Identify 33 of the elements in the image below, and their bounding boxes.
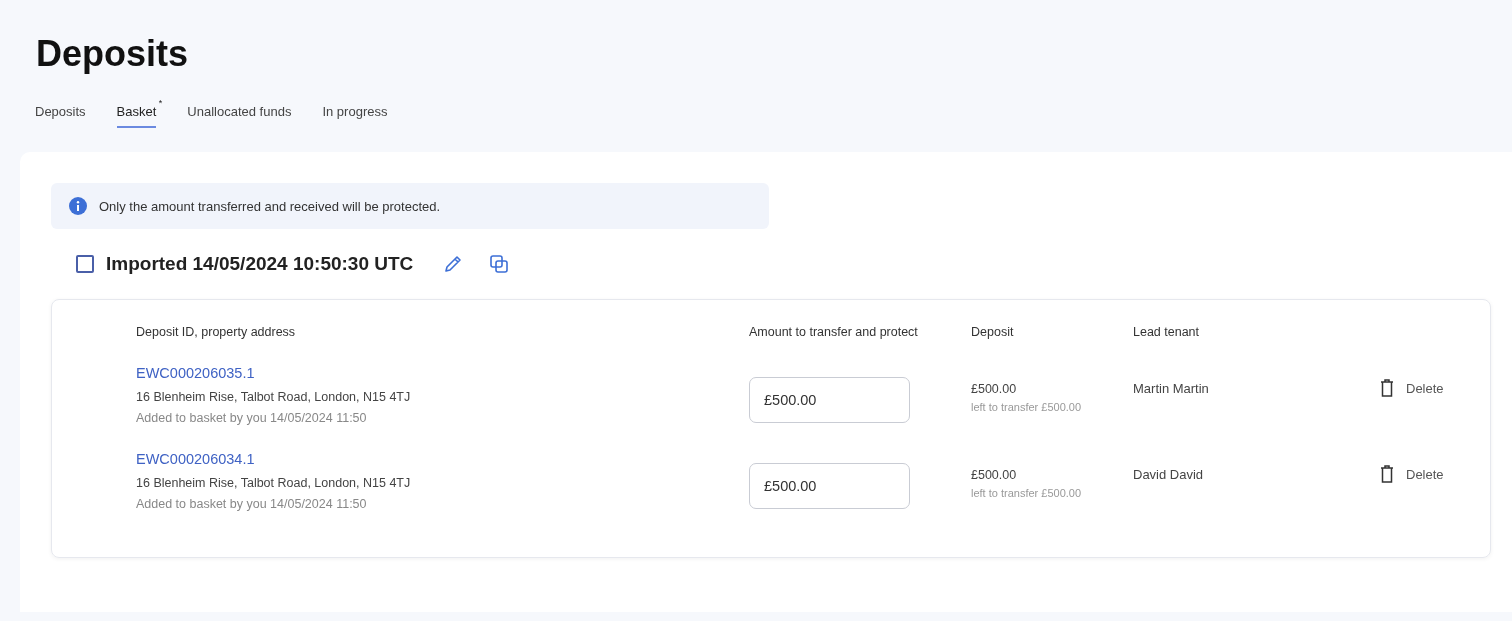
property-address: 16 Blenheim Rise, Talbot Road, London, N15 4TJ [136, 390, 412, 404]
column-header: Deposit ID, property address [136, 325, 297, 341]
trash-icon [1380, 379, 1394, 397]
deposit-id-link[interactable]: EWC000206035.1 [136, 365, 749, 381]
added-note: Added to basket by you 14/05/2024 11:50 [136, 497, 368, 511]
info-text: Only the amount transferred and received will be protected. [99, 198, 441, 214]
tab[interactable]: Unallocated funds [187, 100, 292, 128]
column-header: Amount to transfer and protect [749, 325, 919, 341]
property-address: 16 Blenheim Rise, Talbot Road, London, N15 4TJ [136, 476, 412, 490]
group-title: Imported 14/05/2024 10:50:30 UTC [106, 253, 414, 275]
column-header: Deposit [971, 325, 1015, 341]
lead-tenant: Martin Martin [1133, 381, 1210, 396]
left-to-transfer: left to transfer £500.00 [971, 401, 1083, 413]
deposit-amount: £500.00 [971, 468, 1018, 482]
delete-button[interactable]: Delete [1380, 379, 1444, 397]
deposit-id-link[interactable]: EWC000206034.1 [136, 451, 749, 467]
trash-icon [1380, 465, 1394, 483]
info-icon [69, 197, 87, 215]
lead-tenant: David David [1133, 467, 1205, 482]
delete-button[interactable]: Delete [1380, 465, 1444, 483]
deposit-amount: £500.00 [971, 382, 1018, 396]
tab[interactable]: Deposits [35, 100, 86, 128]
column-header: Lead tenant [1133, 325, 1201, 341]
left-to-transfer: left to transfer £500.00 [971, 487, 1083, 499]
page-title: Deposits [35, 32, 190, 76]
tab[interactable]: In progress [322, 100, 388, 128]
copy-icon[interactable] [489, 254, 510, 274]
tab-asterisk: * [158, 98, 163, 108]
checkbox[interactable] [76, 255, 94, 273]
added-note: Added to basket by you 14/05/2024 11:50 [136, 411, 368, 425]
amount-field[interactable]: £500.00 [749, 377, 910, 423]
amount-field[interactable]: £500.00 [749, 463, 910, 509]
pencil-icon[interactable] [443, 254, 464, 274]
